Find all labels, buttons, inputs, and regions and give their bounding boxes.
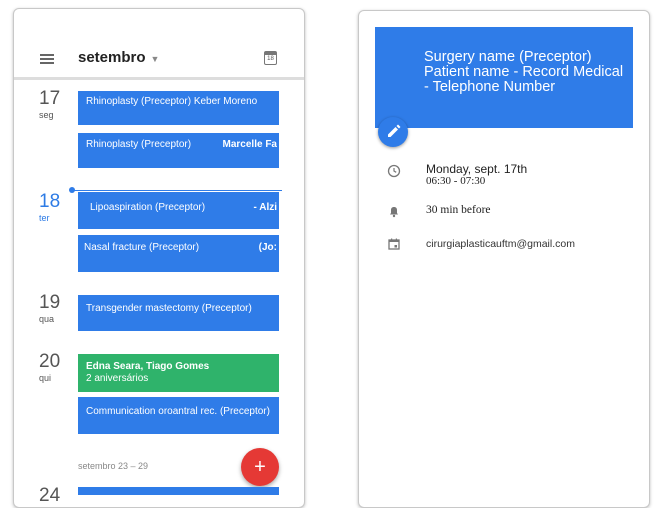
event-item[interactable]: Rhinoplasty (Preceptor) Marcelle Fa — [78, 133, 279, 168]
divider — [14, 77, 304, 80]
event-item[interactable]: Communication oroantral rec. (Preceptor) — [78, 397, 279, 434]
event-title: Nasal fracture (Preceptor) — [84, 242, 200, 253]
date-label-24: 24 — [39, 485, 61, 506]
event-item[interactable]: Lipoaspiration (Preceptor) - Alzi — [78, 192, 279, 229]
event-reminder: 30 min before — [426, 204, 491, 216]
event-title: Surgery name (Preceptor) Patient name - … — [424, 49, 624, 95]
event-date: Monday, sept. 17th — [426, 162, 528, 176]
event-subtitle: 2 aniversários — [86, 373, 149, 384]
edit-button[interactable] — [378, 117, 408, 147]
week-range-label: setembro 23 – 29 — [78, 461, 149, 471]
event-title: Communication oroantral rec. (Preceptor) — [86, 406, 270, 417]
date-label-20: 20 qui — [39, 351, 61, 384]
clock-icon — [387, 164, 401, 178]
calendar-account: cirurgiaplasticauftm@gmail.com — [426, 238, 575, 250]
date-label-17: 17 seg — [39, 88, 61, 121]
event-title: Rhinoplasty (Preceptor) Keber Moreno — [86, 96, 258, 107]
calendar-account-icon — [388, 238, 400, 250]
event-header: Surgery name (Preceptor) Patient name - … — [375, 27, 633, 128]
event-title: Transgender mastectomy (Preceptor) — [86, 303, 252, 314]
chevron-down-icon: ▼ — [150, 54, 160, 64]
event-title: Edna Seara, Tiago Gomes — [86, 361, 210, 372]
app-bar: setembro ▼ 18 — [14, 9, 304, 87]
event-time-range: 06:30 - 07:30 — [426, 175, 486, 187]
date-label-18: 18 ter — [39, 191, 61, 224]
calendar-icon[interactable]: 18 — [264, 51, 277, 65]
event-item[interactable]: Nasal fracture (Preceptor) (Jo: — [78, 235, 279, 272]
date-label-19: 19 qua — [39, 292, 61, 325]
bell-icon — [390, 207, 398, 218]
event-title: Lipoaspiration (Preceptor) — [90, 202, 206, 213]
add-event-button[interactable]: + — [241, 448, 279, 486]
edit-icon — [388, 124, 401, 137]
month-selector[interactable]: setembro ▼ — [78, 49, 159, 66]
event-item[interactable]: Transgender mastectomy (Preceptor) — [78, 295, 279, 331]
event-detail-screen: Surgery name (Preceptor) Patient name - … — [358, 10, 650, 508]
birthday-event[interactable]: Edna Seara, Tiago Gomes 2 aniversários — [78, 354, 279, 392]
event-extra: Marcelle Fa — [222, 139, 277, 150]
event-title: Rhinoplasty (Preceptor) — [86, 139, 192, 150]
event-extra: (Jo: — [258, 242, 277, 253]
menu-icon[interactable] — [40, 54, 54, 64]
current-time-line — [72, 190, 282, 191]
event-item[interactable] — [78, 487, 279, 495]
add-icon: + — [254, 456, 266, 478]
agenda-screen: setembro ▼ 18 17 seg Rhinoplasty (Precept… — [13, 8, 305, 508]
event-extra: - Alzi — [253, 202, 277, 213]
event-item[interactable]: Rhinoplasty (Preceptor) Keber Moreno — [78, 91, 279, 125]
event-time: Monday, sept. 17th 06:30 - 07:30 — [426, 162, 527, 187]
month-label: setembro — [78, 49, 146, 66]
